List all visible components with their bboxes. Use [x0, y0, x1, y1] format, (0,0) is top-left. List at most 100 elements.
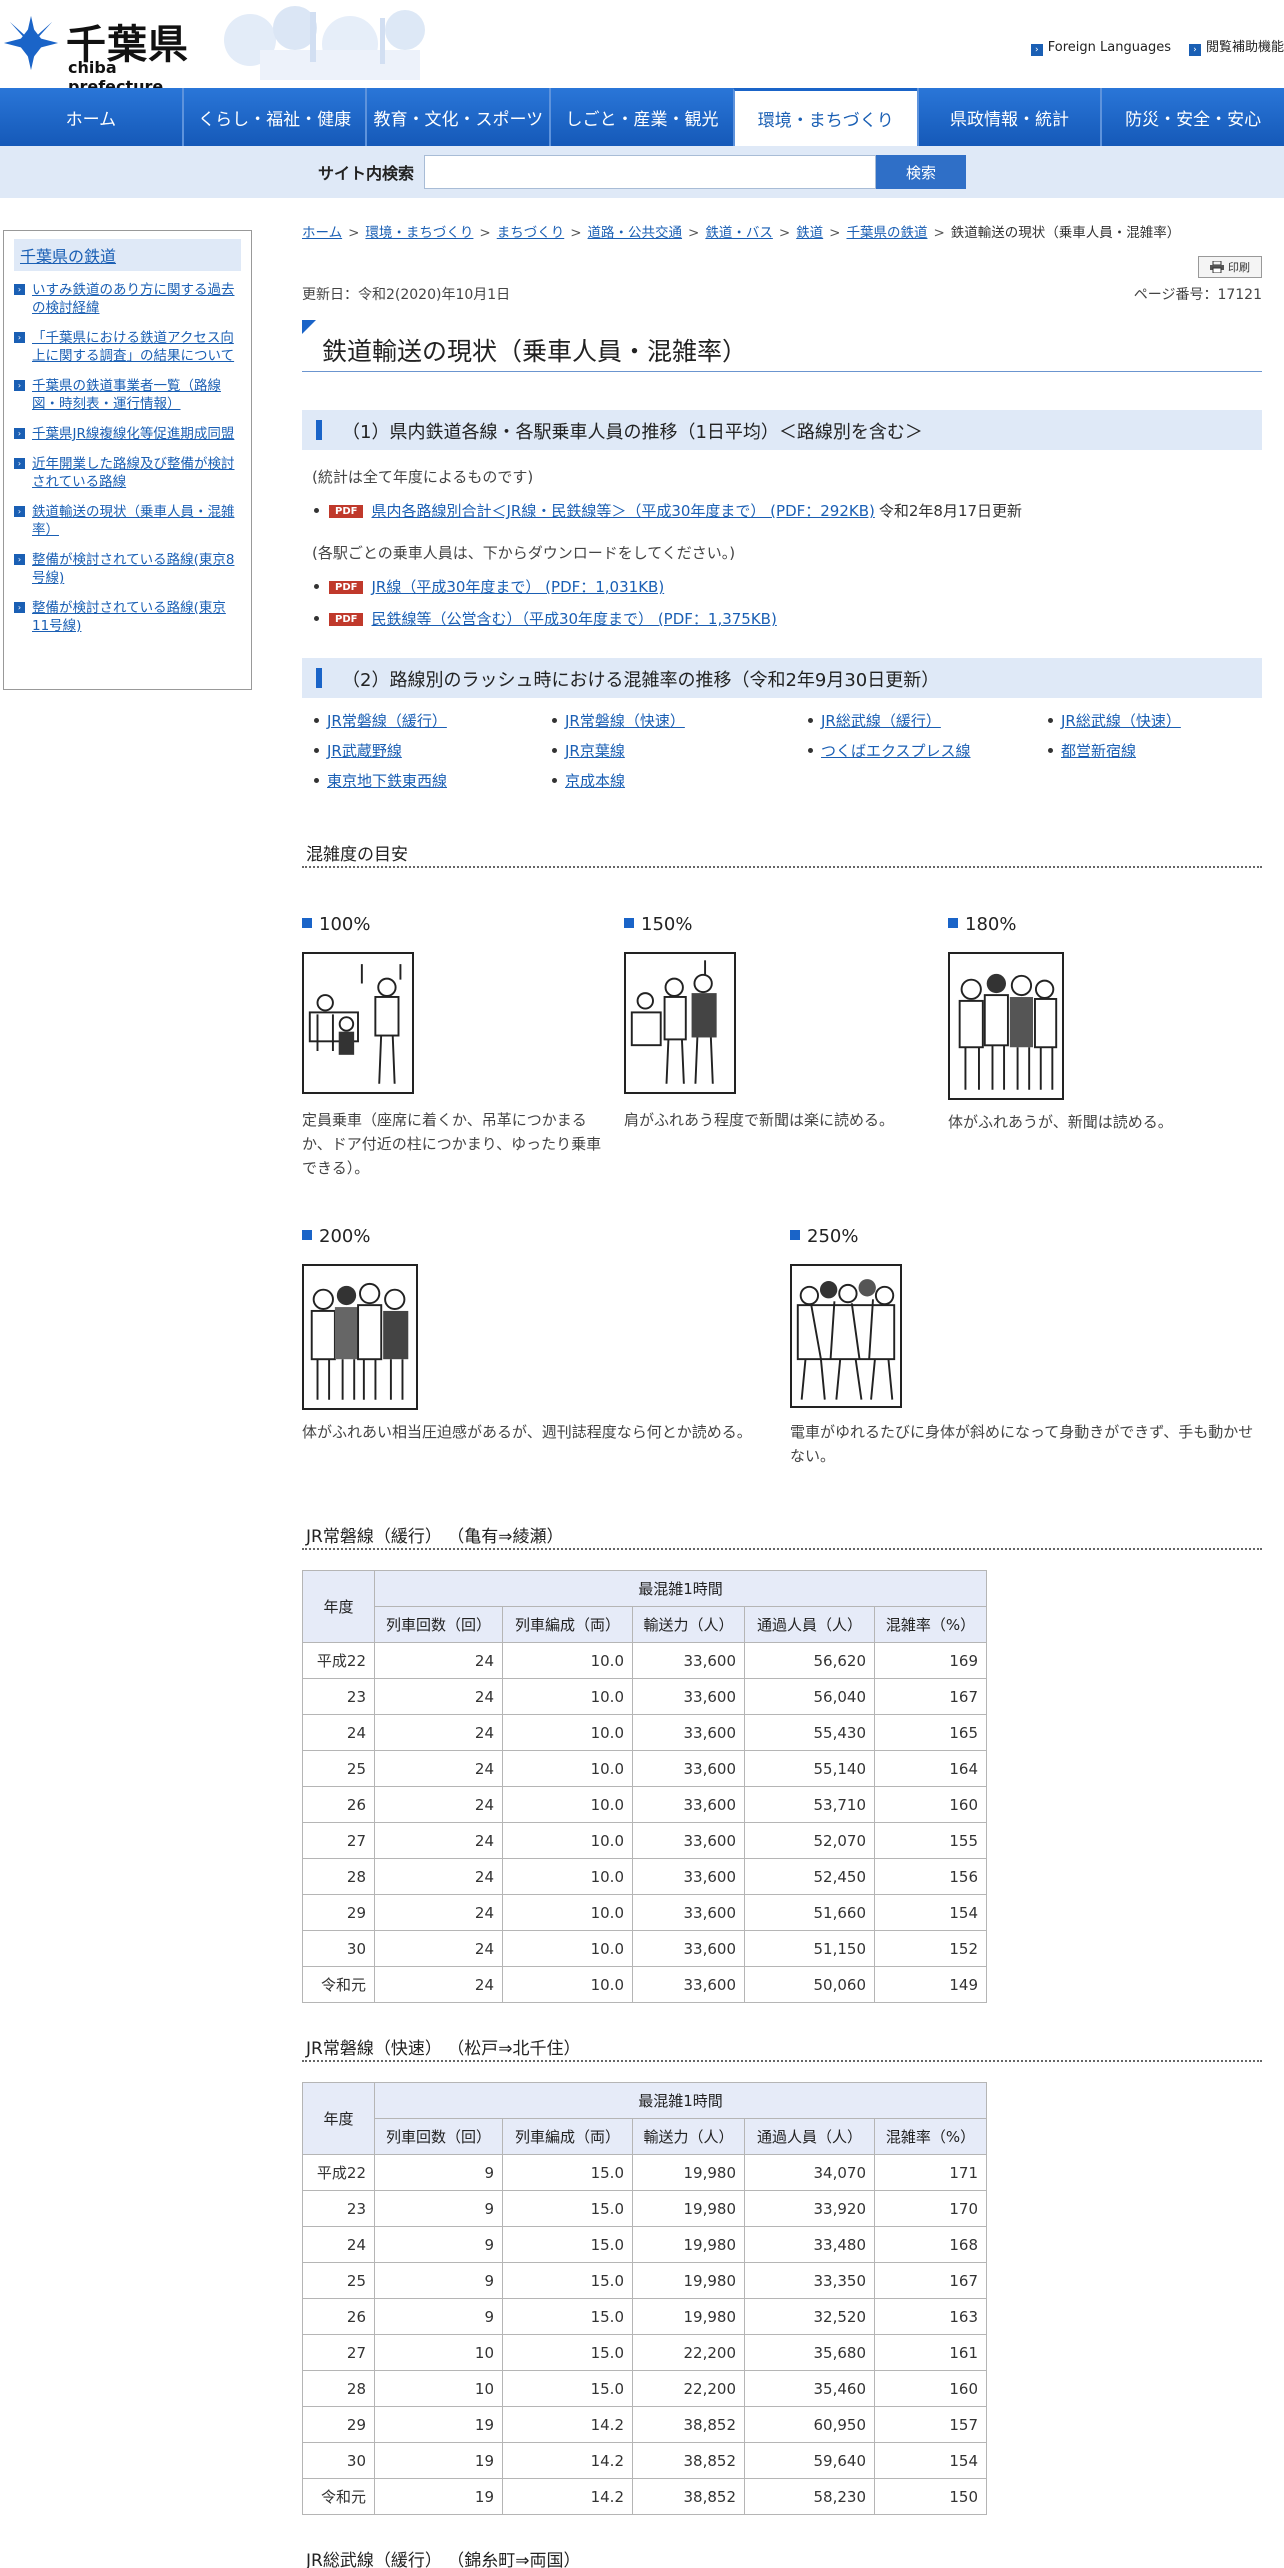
nav-government-statistics[interactable]: 県政情報・統計 — [916, 88, 1101, 146]
nav-home[interactable]: ホーム — [0, 88, 182, 146]
sidebar-item[interactable]: › 「千葉県における鉄道アクセス向上に関する調査」の結果について — [14, 329, 241, 365]
table-cell: 33,920 — [744, 2190, 875, 2227]
chiba-logo-icon — [3, 15, 59, 71]
breadcrumb-link[interactable]: 環境・まちづくり — [365, 225, 473, 241]
route-item: JR京葉線 — [552, 740, 625, 761]
table-cell: 19,980 — [632, 2298, 745, 2335]
arrow-right-icon: › — [14, 506, 25, 517]
sidebar-title[interactable]: 千葉県の鉄道 — [14, 239, 241, 271]
route-link[interactable]: JR武蔵野線 — [327, 742, 402, 760]
table-cell: 170 — [874, 2190, 987, 2227]
route-link[interactable]: JR京葉線 — [565, 742, 625, 760]
breadcrumb-link[interactable]: 道路・公共交通 — [588, 225, 683, 241]
table-cell: 150 — [874, 2478, 987, 2515]
route-link[interactable]: 都営新宿線 — [1061, 742, 1136, 760]
sidebar-item[interactable]: › 鉄道輸送の現状（乗車人員・混雑率） — [14, 503, 241, 539]
table-cell: 33,480 — [744, 2226, 875, 2263]
col-header: 列車編成（両） — [502, 2118, 633, 2155]
route-link[interactable]: 京成本線 — [565, 772, 625, 790]
table-cell: 10.0 — [502, 1894, 633, 1931]
site-search-bar: サイト内検索 検索 — [0, 146, 1284, 198]
table-cell: 38,852 — [632, 2442, 745, 2479]
table-cell: 25 — [302, 2262, 375, 2299]
table-cell: 9 — [374, 2154, 503, 2191]
table-cell: 14.2 — [502, 2406, 633, 2443]
foreign-languages-link[interactable]: › Foreign Languages — [1030, 40, 1171, 56]
level-desc-100: 定員乗車（座席に着くか、吊革につかまるか、ドア付近の柱につかまり、ゆったり乗車で… — [302, 1111, 602, 1177]
breadcrumb-link[interactable]: 鉄道 — [796, 225, 823, 241]
route-link[interactable]: JR常磐線（緩行） — [327, 712, 447, 730]
table-cell: 14.2 — [502, 2478, 633, 2515]
table-cell: 168 — [874, 2226, 987, 2263]
table-cell: 55,140 — [744, 1750, 875, 1787]
search-input[interactable] — [424, 155, 876, 189]
table-cell: 171 — [874, 2154, 987, 2191]
route-item: つくばエクスプレス線 — [808, 740, 971, 761]
table-cell: 24 — [374, 1642, 503, 1679]
route-item: JR総武線（快速） — [1048, 710, 1181, 731]
table-cell: 28 — [302, 1858, 375, 1895]
nav-environment-urban[interactable]: 環境・まちづくり — [732, 88, 917, 146]
sidebar-item[interactable]: › 整備が検討されている路線(東京11号線) — [14, 599, 241, 635]
arrow-right-icon: › — [14, 458, 25, 469]
sidebar-item[interactable]: › 千葉県の鉄道事業者一覧（路線図・時刻表・運行情報） — [14, 377, 241, 413]
table-cell: 26 — [302, 2298, 375, 2335]
route-item: JR常磐線（緩行） — [314, 710, 447, 731]
table-cell: 24 — [374, 1786, 503, 1823]
table-row: 28 10 15.0 22,200 35,460 160 — [302, 2370, 987, 2407]
download-link[interactable]: JR線（平成30年度まで） (PDF：1,031KB) — [371, 578, 664, 596]
level-desc-200: 体がふれあい相当圧迫感があるが、週刊誌程度なら何とか読める。 — [302, 1423, 752, 1441]
breadcrumb-current: 鉄道輸送の現状（乗車人員・混雑率） — [950, 225, 1181, 241]
breadcrumb-link[interactable]: まちづくり — [497, 225, 565, 241]
pdf-icon: PDF — [329, 505, 364, 518]
pdf-icon: PDF — [329, 581, 364, 594]
col-header: 列車回数（回） — [374, 1606, 503, 1643]
sidebar-item[interactable]: › 整備が検討されている路線(東京8号線) — [14, 551, 241, 587]
table-row: 平成22 9 15.0 19,980 34,070 171 — [302, 2154, 987, 2191]
table-cell: 160 — [874, 2370, 987, 2407]
sidebar-item[interactable]: › 近年開業した路線及び整備が検討されている路線 — [14, 455, 241, 491]
table-cell: 29 — [302, 2406, 375, 2443]
breadcrumb-link[interactable]: 千葉県の鉄道 — [846, 225, 927, 241]
table-cell: 56,040 — [744, 1678, 875, 1715]
table-cell: 24 — [302, 1714, 375, 1751]
col-header: 混雑率（%） — [874, 2118, 987, 2155]
header-links: › Foreign Languages › 閲覧補助機能 — [1013, 36, 1284, 56]
arrow-right-icon: › — [14, 332, 25, 343]
page-number: ページ番号：17121 — [1133, 287, 1262, 303]
table-row: 26 9 15.0 19,980 32,520 163 — [302, 2298, 987, 2335]
route-link[interactable]: つくばエクスプレス線 — [821, 742, 971, 760]
nav-education-culture-sports[interactable]: 教育・文化・スポーツ — [365, 88, 550, 146]
route-link[interactable]: JR総武線（快速） — [1061, 712, 1181, 730]
route-link[interactable]: 東京地下鉄東西線 — [327, 772, 447, 790]
table-row: 27 10 15.0 22,200 35,680 161 — [302, 2334, 987, 2371]
table-cell: 163 — [874, 2298, 987, 2335]
arrow-right-icon: › — [14, 380, 25, 391]
nav-work-industry-tourism[interactable]: しごと・産業・観光 — [549, 88, 733, 146]
table-cell: 10 — [374, 2334, 503, 2371]
sidebar-item[interactable]: › いすみ鉄道のあり方に関する過去の検討経緯 — [14, 281, 241, 317]
download-link[interactable]: 県内各路線別合計＜JR線・民鉄線等＞（平成30年度まで） (PDF：292KB) — [371, 502, 874, 520]
table-cell: 160 — [874, 1786, 987, 1823]
breadcrumb-link[interactable]: ホーム — [302, 225, 342, 241]
route-link[interactable]: JR総武線（緩行） — [821, 712, 941, 730]
table-cell: 24 — [374, 1858, 503, 1895]
printer-icon — [1210, 261, 1224, 273]
route-link[interactable]: JR常磐線（快速） — [565, 712, 685, 730]
breadcrumb-link[interactable]: 鉄道・バス — [705, 225, 773, 241]
nav-life-welfare-health[interactable]: くらし・福祉・健康 — [181, 88, 366, 146]
accessibility-link[interactable]: › 閲覧補助機能 — [1188, 36, 1284, 56]
download-link[interactable]: 民鉄線等（公営含む）（平成30年度まで） (PDF：1,375KB) — [371, 610, 776, 628]
arrow-right-icon: › — [14, 428, 25, 439]
table-cell: 33,600 — [632, 1858, 745, 1895]
table-cell: 154 — [874, 2442, 987, 2479]
search-button[interactable]: 検索 — [876, 155, 966, 189]
site-logo[interactable]: 千葉県 chiba prefecture — [0, 6, 200, 96]
table-cell: 15.0 — [502, 2190, 633, 2227]
table-cell: 33,600 — [632, 1786, 745, 1823]
table-cell: 24 — [374, 1822, 503, 1859]
nav-disaster-safety[interactable]: 防災・安全・安心 — [1100, 88, 1284, 146]
print-button[interactable]: 印刷 — [1198, 256, 1262, 278]
congestion-200-illustration — [302, 1264, 418, 1410]
sidebar-item[interactable]: › 千葉県JR線複線化等促進期成同盟 — [14, 425, 241, 443]
